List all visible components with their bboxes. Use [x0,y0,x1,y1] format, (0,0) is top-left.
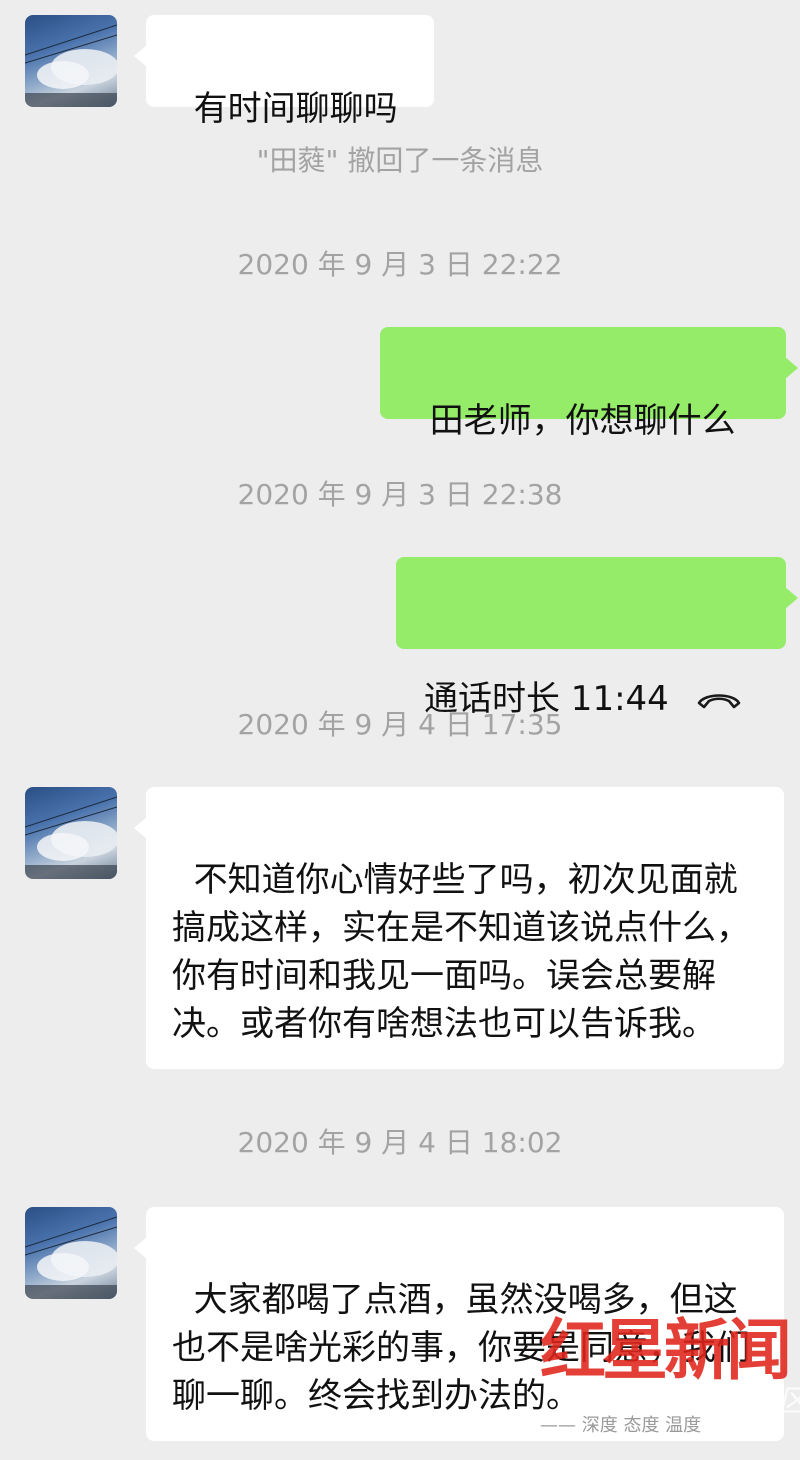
recall-notice: "田蕤" 撤回了一条消息 [256,144,544,177]
contact-avatar[interactable] [25,1207,117,1299]
timestamp: 2020 年 9 月 4 日 17:35 [237,708,563,741]
timestamp: 2020 年 9 月 3 日 22:38 [237,478,563,511]
timestamp: 2020 年 9 月 4 日 18:02 [237,1126,563,1159]
sky-photo-icon [25,796,117,879]
timestamp: 2020 年 9 月 3 日 22:22 [237,248,563,281]
incoming-message[interactable]: 不知道你心情好些了吗，初次见面就搞成这样，实在是不知道该说点什么，你有时间和我见… [134,787,784,1069]
watermark-slogan: —— 深度 态度 温度 [540,1415,702,1436]
watermark-logo: 红星新闻 [540,1311,792,1389]
message-text: 有时间聊聊吗 [193,89,398,129]
sky-photo-icon [25,24,117,107]
incoming-message[interactable]: 有时间聊聊吗 [134,15,434,129]
news-watermark: 红星新闻 天涯社区 —— 深度 态度 温度 [540,1310,800,1460]
contact-avatar[interactable] [25,15,117,107]
sky-photo-icon [25,1216,117,1299]
message-text: 不知道你心情好些了吗，初次见面就搞成这样，实在是不知道该说点什么，你有时间和我见… [172,860,750,1044]
call-record-message[interactable]: 通话时长 11:44 [396,557,798,719]
message-text: 田老师，你想聊什么 [429,401,736,441]
watermark-site: 天涯社区 [688,1384,800,1419]
outgoing-message[interactable]: 田老师，你想聊什么 [380,327,798,441]
contact-avatar[interactable] [25,787,117,879]
